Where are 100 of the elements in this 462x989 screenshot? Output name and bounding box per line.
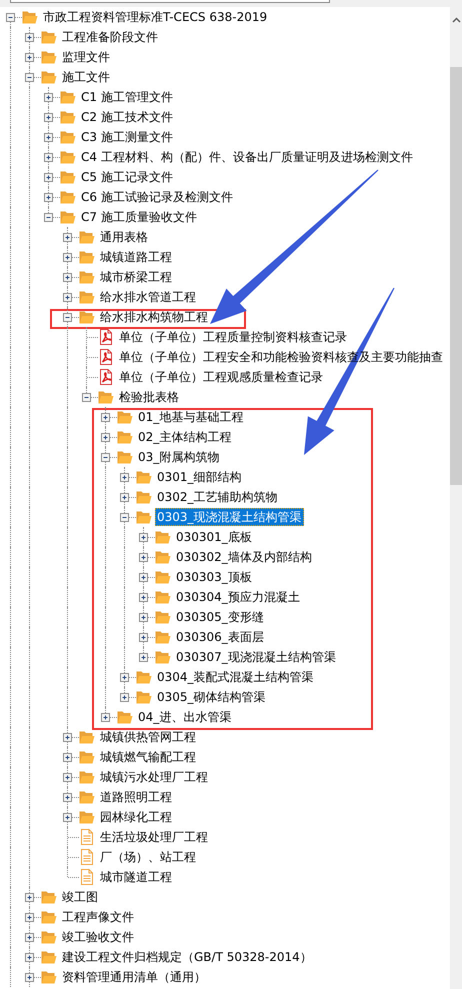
tree-item-label[interactable]: C7 施工质量验收文件 — [79, 208, 199, 226]
expand-icon[interactable] — [63, 292, 72, 302]
tree-item-label[interactable]: 030301_底板 — [174, 528, 254, 546]
expand-icon[interactable] — [139, 572, 148, 582]
tree-item-label[interactable]: 生活垃圾处理厂工程 — [98, 828, 210, 846]
scrollbar[interactable] — [450, 7, 462, 989]
expand-icon[interactable] — [25, 52, 34, 62]
expand-icon[interactable] — [25, 912, 34, 922]
tree-item-label[interactable]: 030302_墙体及内部结构 — [174, 548, 314, 566]
tree-item-label[interactable]: 030304_预应力混凝土 — [174, 588, 302, 606]
expand-icon[interactable] — [63, 772, 72, 782]
tree-item-label[interactable]: C4 工程材料、构（配）件、设备出厂质量证明及进场检测文件 — [79, 148, 415, 166]
tree-item-label[interactable]: 给水排水管道工程 — [98, 288, 198, 306]
expand-icon[interactable] — [101, 412, 110, 422]
tree-item-label[interactable]: 03_附属构筑物 — [136, 448, 222, 466]
tree-item-label[interactable]: 竣工图 — [60, 888, 100, 906]
tree-item-label[interactable]: C2 施工技术文件 — [79, 108, 175, 126]
expand-icon[interactable] — [63, 272, 72, 282]
expand-icon[interactable] — [120, 692, 129, 702]
tree-item-label[interactable]: 030305_变形缝 — [174, 608, 266, 626]
tree-item-label[interactable]: 0303_现浇混凝土结构管渠 — [155, 508, 304, 526]
tree-item-label[interactable]: 0302_工艺辅助构筑物 — [155, 488, 280, 506]
tree-item-label[interactable]: 给水排水构筑物工程 — [98, 308, 210, 326]
tree-item-label[interactable]: 监理文件 — [60, 48, 112, 66]
tree-item-label[interactable]: 道路照明工程 — [98, 788, 174, 806]
tree-item-label[interactable]: C6 施工试验记录及检测文件 — [79, 188, 235, 206]
expand-icon[interactable] — [101, 712, 110, 722]
tree-item-label[interactable]: 030306_表面层 — [174, 628, 266, 646]
expand-icon[interactable] — [101, 432, 110, 442]
tree-item-label[interactable]: 030307_现浇混凝土结构管渠 — [174, 648, 338, 666]
tree-item-label[interactable]: 园林绿化工程 — [98, 808, 174, 826]
expand-icon[interactable] — [139, 612, 148, 622]
expand-icon[interactable] — [25, 952, 34, 962]
expand-icon[interactable] — [44, 132, 53, 142]
tree-item-label[interactable]: 城镇燃气输配工程 — [98, 748, 198, 766]
tree-item-label[interactable]: 城镇污水处理厂工程 — [98, 768, 210, 786]
collapse-icon[interactable] — [63, 312, 72, 322]
collapse-icon[interactable] — [25, 72, 34, 82]
text-field[interactable] — [10, 0, 330, 3]
tree-item-label[interactable]: 04_进、出水管渠 — [136, 708, 234, 726]
tree-item-label[interactable]: 施工文件 — [60, 68, 112, 86]
tree-item-label[interactable]: 工程准备阶段文件 — [60, 28, 160, 46]
expand-icon[interactable] — [139, 552, 148, 562]
expand-icon[interactable] — [120, 672, 129, 682]
expand-icon[interactable] — [25, 892, 34, 902]
tree-item-label[interactable]: 01_地基与基础工程 — [136, 408, 246, 426]
expand-icon[interactable] — [139, 632, 148, 642]
expand-icon[interactable] — [25, 972, 34, 982]
collapse-icon[interactable] — [44, 212, 53, 222]
tree-item-label[interactable]: 城市隧道工程 — [98, 868, 174, 886]
tree-item-label[interactable]: 竣工验收文件 — [60, 928, 136, 946]
expand-icon[interactable] — [63, 252, 72, 262]
expand-icon[interactable] — [63, 812, 72, 822]
tree-item-label[interactable]: 通用表格 — [98, 228, 150, 246]
expand-icon[interactable] — [63, 752, 72, 762]
expand-icon[interactable] — [63, 232, 72, 242]
expand-icon[interactable] — [44, 92, 53, 102]
tree-item-label[interactable]: C3 施工测量文件 — [79, 128, 175, 146]
collapse-icon[interactable] — [101, 452, 110, 462]
collapse-icon[interactable] — [120, 512, 129, 522]
expand-icon[interactable] — [44, 112, 53, 122]
scroll-up-icon[interactable] — [452, 17, 460, 23]
expand-icon[interactable] — [44, 172, 53, 182]
tree-item-label[interactable]: 城镇供热管网工程 — [98, 728, 198, 746]
tree-item-label[interactable]: 单位（子单位）工程质量控制资料核查记录 — [117, 328, 349, 346]
tree-item-label[interactable]: 0305_砌体结构管渠 — [155, 688, 268, 706]
tree-item-label[interactable]: C1 施工管理文件 — [79, 88, 175, 106]
folder-icon — [117, 709, 133, 725]
tree-item-label[interactable]: 检验批表格 — [117, 388, 181, 406]
expand-icon[interactable] — [44, 192, 53, 202]
tree-item-label[interactable]: C5 施工记录文件 — [79, 168, 175, 186]
folder-icon — [155, 569, 171, 585]
collapse-icon[interactable] — [82, 392, 91, 402]
expand-icon[interactable] — [44, 152, 53, 162]
folder-icon — [79, 269, 95, 285]
tree-item-label[interactable]: 0304_装配式混凝土结构管渠 — [155, 668, 316, 686]
tree-item-label[interactable]: 厂（场）、站工程 — [98, 848, 198, 866]
tree-item-label[interactable]: 030303_顶板 — [174, 568, 254, 586]
tree-item-label[interactable]: 0301_细部结构 — [155, 468, 244, 486]
tree-item-label[interactable]: 02_主体结构工程 — [136, 428, 234, 446]
expand-icon[interactable] — [63, 792, 72, 802]
expand-icon[interactable] — [120, 472, 129, 482]
tree-item-label[interactable]: 单位（子单位）工程观感质量检查记录 — [117, 368, 325, 386]
tree-item-label[interactable]: 建设工程文件归档规定（GB/T 50328-2014） — [60, 948, 314, 966]
folder-icon — [136, 509, 152, 525]
document-icon — [79, 849, 95, 865]
expand-icon[interactable] — [139, 592, 148, 602]
tree-item-label[interactable]: 工程声像文件 — [60, 908, 136, 926]
collapse-icon[interactable] — [6, 12, 15, 22]
expand-icon[interactable] — [120, 492, 129, 502]
expand-icon[interactable] — [25, 932, 34, 942]
expand-icon[interactable] — [139, 532, 148, 542]
scrollbar-thumb[interactable] — [450, 67, 462, 485]
expand-icon[interactable] — [139, 652, 148, 662]
tree-item-label[interactable]: 城市桥梁工程 — [98, 268, 174, 286]
expand-icon[interactable] — [25, 32, 34, 42]
expand-icon[interactable] — [63, 732, 72, 742]
tree-item-label[interactable]: 城镇道路工程 — [98, 248, 174, 266]
tree-item-label[interactable]: 市政工程资料管理标准T-CECS 638-2019 — [41, 8, 270, 26]
tree-item-label[interactable]: 资料管理通用清单（通用） — [60, 968, 208, 986]
